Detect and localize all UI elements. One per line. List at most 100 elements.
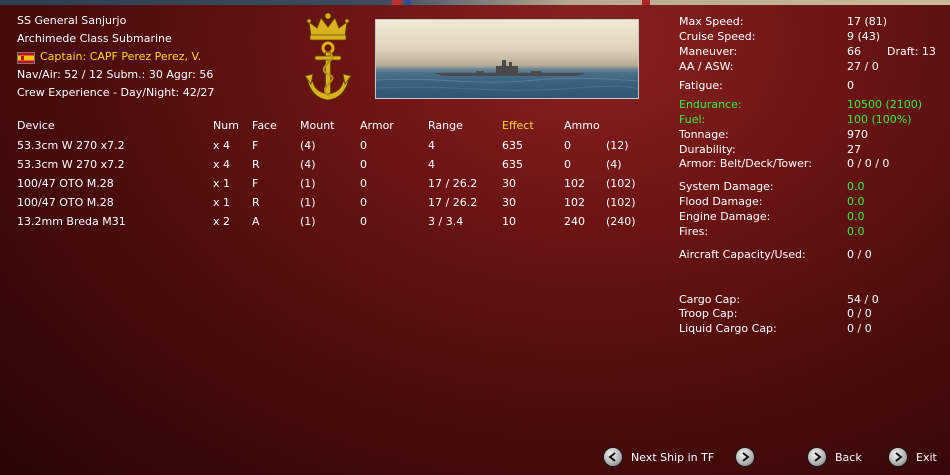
weapons-table: Device Num Face Mount Armor Range Effect… <box>17 117 646 231</box>
weapon-effect: 10 <box>502 215 516 228</box>
col-header-device[interactable]: Device <box>17 117 213 136</box>
stat-endurance: Endurance: 10500 (2100) <box>679 98 922 112</box>
stat-value: 0 / 0 / 0 <box>847 157 890 170</box>
stat-value: 0 / 0 <box>847 307 872 320</box>
weapon-row[interactable]: 100/47 OTO M.28 x 1 F (1) 0 17 / 26.2 30… <box>17 174 646 193</box>
stat-label: Engine Damage: <box>679 210 771 223</box>
captain-name[interactable]: Captain: CAPF Perez Perez, V. <box>40 49 201 65</box>
stat-system-damage: System Damage: 0.0 <box>679 180 865 194</box>
weapon-mount: (1) <box>300 196 316 209</box>
stat-value: 66 <box>847 45 861 58</box>
ship-name: SS General Sanjurjo <box>17 14 127 27</box>
exit-button[interactable]: Exit <box>889 448 937 466</box>
weapon-ammo: 102 <box>564 196 585 209</box>
weapon-ammo-total: (240) <box>606 215 636 228</box>
stat-aircraft-capacity: Aircraft Capacity/Used: 0 / 0 <box>679 248 872 262</box>
bottom-navigation: Next Ship in TF Back Exit <box>0 448 950 468</box>
stat-cargo-cap: Cargo Cap: 54 / 0 <box>679 293 879 307</box>
arrow-right-icon[interactable] <box>736 448 755 466</box>
weapon-row[interactable]: 13.2mm Breda M31 x 2 A (1) 0 3 / 3.4 10 … <box>17 212 646 231</box>
stat-value: 10500 (2100) <box>847 98 923 111</box>
weapon-row[interactable]: 100/47 OTO M.28 x 1 R (1) 0 17 / 26.2 30… <box>17 193 646 212</box>
next-ship-label[interactable]: Next Ship in TF <box>631 451 714 464</box>
weapon-armor: 0 <box>360 139 367 152</box>
stat-label: AA / ASW: <box>679 60 734 73</box>
stat-label: Flood Damage: <box>679 195 763 208</box>
weapon-num: x 4 <box>213 139 231 152</box>
weapon-armor: 0 <box>360 158 367 171</box>
stat-label: Tonnage: <box>679 128 729 141</box>
weapon-row[interactable]: 53.3cm W 270 x7.2 x 4 F (4) 0 4 635 0 (1… <box>17 136 646 155</box>
stat-armor: Armor: Belt/Deck/Tower: 0 / 0 / 0 <box>679 157 889 171</box>
weapon-mount: (1) <box>300 177 316 190</box>
weapon-mount: (4) <box>300 139 316 152</box>
stat-troop-cap: Troop Cap: 0 / 0 <box>679 307 872 321</box>
weapon-mount: (4) <box>300 158 316 171</box>
back-label[interactable]: Back <box>835 451 862 464</box>
stat-label: Fires: <box>679 225 709 238</box>
stat-value: 17 (81) <box>847 15 888 28</box>
stat-label: Cruise Speed: <box>679 30 756 43</box>
weapon-num: x 1 <box>213 177 231 190</box>
weapon-num: x 2 <box>213 215 231 228</box>
col-header-armor[interactable]: Armor <box>360 117 428 136</box>
spanish-flag-icon <box>17 52 35 64</box>
col-header-range[interactable]: Range <box>428 117 502 136</box>
weapon-range: 17 / 26.2 <box>428 177 478 190</box>
stat-label: Fatigue: <box>679 79 723 92</box>
weapon-device: 100/47 OTO M.28 <box>17 196 114 209</box>
stat-label: Endurance: <box>679 98 742 111</box>
weapon-armor: 0 <box>360 196 367 209</box>
weapon-armor: 0 <box>360 177 367 190</box>
weapon-face: F <box>252 177 259 190</box>
stat-value: 0 <box>847 79 854 92</box>
naval-anchor-crown-emblem <box>304 12 352 101</box>
weapon-ammo-total: (102) <box>606 196 636 209</box>
arrow-right-icon <box>808 448 826 466</box>
exit-label[interactable]: Exit <box>916 451 937 464</box>
weapon-num: x 4 <box>213 158 231 171</box>
col-header-num[interactable]: Num <box>213 117 252 136</box>
stat-value: 54 / 0 <box>847 293 879 306</box>
stat-value: 9 (43) <box>847 30 881 43</box>
stat-flood-damage: Flood Damage: 0.0 <box>679 195 865 209</box>
weapon-device: 53.3cm W 270 x7.2 <box>17 158 125 171</box>
ship-photo <box>375 19 639 99</box>
weapon-ammo: 102 <box>564 177 585 190</box>
weapon-ammo: 0 <box>564 139 571 152</box>
weapon-face: A <box>252 215 260 228</box>
weapon-num: x 1 <box>213 196 231 209</box>
weapon-ammo-total: (12) <box>606 139 629 152</box>
nav-air-stats: Nav/Air: 52 / 12 Subm.: 30 Aggr: 56 <box>17 68 214 81</box>
stat-label: Durability: <box>679 143 736 156</box>
stat-fatigue: Fatigue: 0 <box>679 79 854 93</box>
col-header-ammo[interactable]: Ammo <box>564 117 606 136</box>
stat-label: Cargo Cap: <box>679 293 741 306</box>
stat-durability: Durability: 27 <box>679 143 861 157</box>
stat-label: Aircraft Capacity/Used: <box>679 248 806 261</box>
weapon-row[interactable]: 53.3cm W 270 x7.2 x 4 R (4) 0 4 635 0 (4… <box>17 155 646 174</box>
col-header-face[interactable]: Face <box>252 117 300 136</box>
stat-fires: Fires: 0.0 <box>679 225 865 239</box>
col-header-effect[interactable]: Effect <box>502 117 564 136</box>
stat-value: 0.0 <box>847 180 865 193</box>
stat-aa-asw: AA / ASW: 27 / 0 <box>679 60 879 74</box>
stat-cruise-speed: Cruise Speed: 9 (43) <box>679 30 880 44</box>
back-button[interactable]: Back <box>808 448 862 466</box>
stat-draft: Draft: 13 <box>887 45 936 58</box>
weapon-device: 13.2mm Breda M31 <box>17 215 126 228</box>
weapon-ammo: 0 <box>564 158 571 171</box>
stat-label: System Damage: <box>679 180 774 193</box>
stat-value: 100 (100%) <box>847 113 912 126</box>
crew-experience: Crew Experience - Day/Night: 42/27 <box>17 86 215 99</box>
stat-value: 0.0 <box>847 195 865 208</box>
col-header-mount[interactable]: Mount <box>300 117 360 136</box>
stat-label: Troop Cap: <box>679 307 738 320</box>
weapon-effect: 30 <box>502 177 516 190</box>
stat-value: 0 / 0 <box>847 322 872 335</box>
stat-label: Armor: Belt/Deck/Tower: <box>679 157 812 170</box>
stat-value: 27 / 0 <box>847 60 879 73</box>
stat-max-speed: Max Speed: 17 (81) <box>679 15 887 29</box>
next-ship-in-tf-button[interactable]: Next Ship in TF <box>604 448 755 466</box>
arrow-left-icon[interactable] <box>604 448 622 466</box>
